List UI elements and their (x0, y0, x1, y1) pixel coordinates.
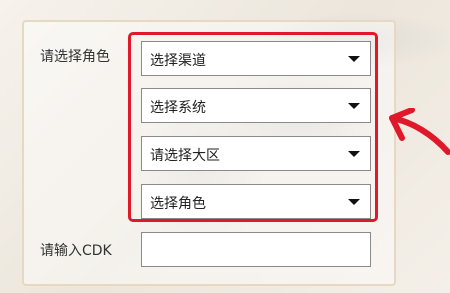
role-label: 请选择角色 (40, 49, 110, 65)
cdk-label: 请输入CDK (40, 243, 112, 259)
cdk-input[interactable] (141, 232, 371, 267)
curved-arrow-icon (389, 108, 450, 155)
highlight-box (128, 32, 378, 222)
